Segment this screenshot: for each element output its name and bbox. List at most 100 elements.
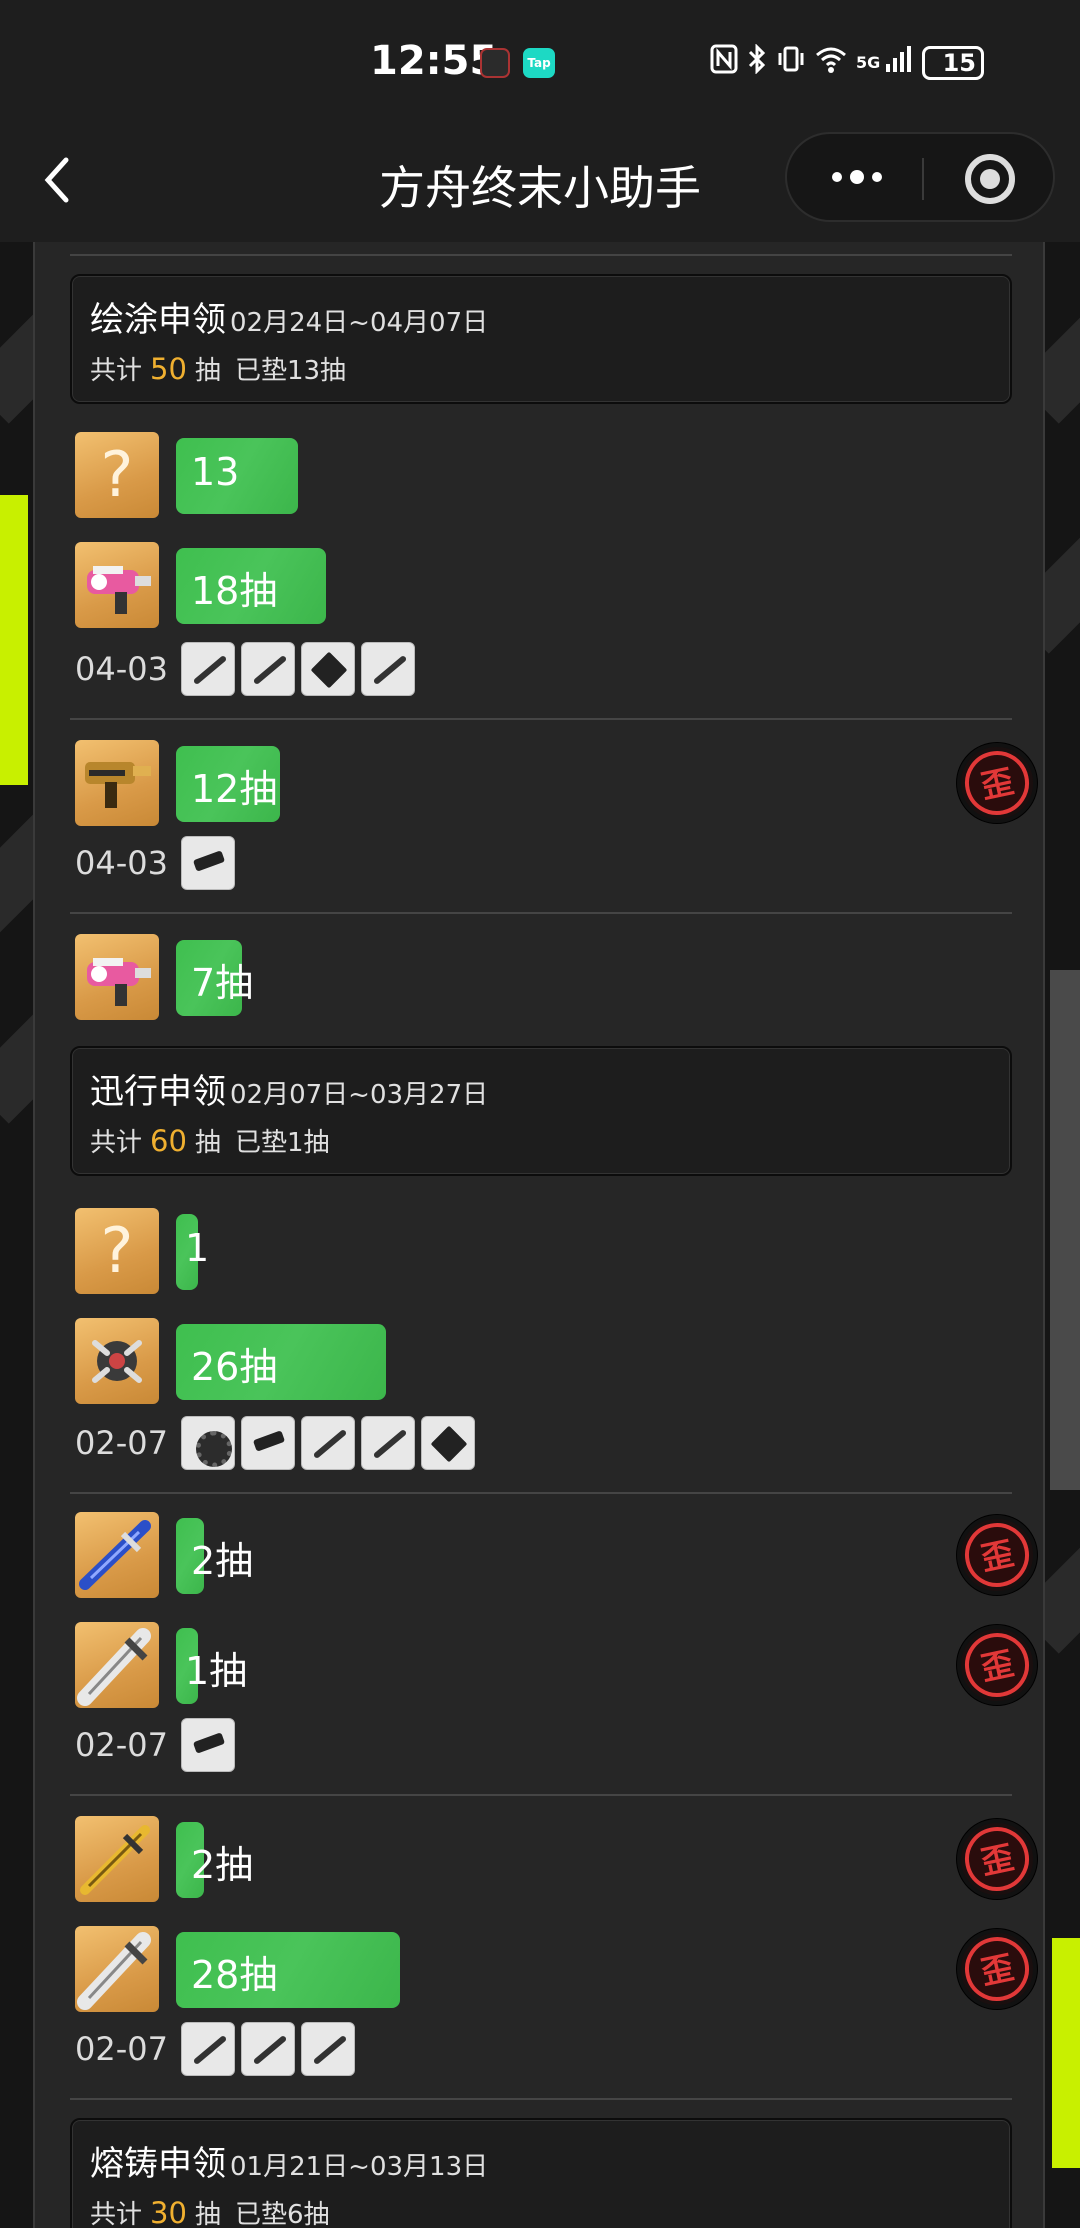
gray-accent-right	[1050, 970, 1080, 1490]
off-banner-icon: 歪	[959, 1931, 1035, 2007]
record-detail: 02-07	[75, 1718, 975, 1774]
banner-card[interactable]: 迅行申领 02月07日~03月27日 共计 60 抽已垫1抽	[70, 1046, 1012, 1176]
off-banner-icon: 歪	[959, 745, 1035, 821]
nav-bar: 方舟终末小助手	[0, 120, 1080, 242]
unknown-operator-icon: ?	[75, 1208, 159, 1294]
weapon-thumb-icon[interactable]	[241, 2022, 295, 2076]
record-date: 02-07	[75, 1726, 168, 1764]
item-thumbnails	[181, 1718, 235, 1772]
notification-app-icon	[480, 48, 510, 78]
banner-card[interactable]: 绘涂申领 02月24日~04月07日 共计 50 抽已垫13抽	[70, 274, 1012, 404]
status-bar: 12:55 Tap 5G 15	[0, 0, 1080, 120]
record-detail: 04-03	[75, 642, 975, 698]
item-thumbnails	[181, 836, 235, 890]
total-prefix: 共计	[90, 1128, 143, 1158]
weapon-thumb-icon[interactable]	[181, 1718, 235, 1772]
off-banner-badge: 歪	[957, 743, 1037, 823]
weapon-thumb-icon[interactable]	[301, 2022, 355, 2076]
off-banner-icon: 歪	[959, 1517, 1035, 1593]
weapon-thumb-icon[interactable]	[241, 1416, 295, 1470]
close-mini-program-button[interactable]	[965, 154, 1015, 204]
weapon-thumb-icon[interactable]	[241, 642, 295, 696]
pull-record[interactable]: 2抽 歪	[75, 1816, 1037, 1902]
wifi-icon	[814, 44, 848, 81]
pull-record[interactable]: 18抽	[75, 542, 1015, 628]
divider	[70, 912, 1012, 914]
pull-record[interactable]: 1抽 歪	[75, 1622, 1037, 1708]
pull-record[interactable]: 28抽 歪	[75, 1926, 1037, 2012]
weapon-thumb-icon[interactable]	[421, 1416, 475, 1470]
record-detail: 04-03	[75, 836, 975, 892]
pull-record[interactable]: 7抽	[75, 934, 1015, 1020]
divider	[70, 2098, 1012, 2100]
vibrate-icon	[776, 44, 806, 81]
bluetooth-icon	[746, 43, 768, 81]
pink-gun-icon	[75, 934, 159, 1020]
total-suffix: 抽	[194, 2200, 221, 2228]
pull-count: 12抽	[191, 767, 278, 811]
pull-count: 2抽	[191, 1539, 254, 1583]
weapon-thumb-icon[interactable]	[181, 2022, 235, 2076]
pull-count: 2抽	[191, 1843, 254, 1887]
record-date: 02-07	[75, 1424, 168, 1462]
weapon-thumb-icon[interactable]	[301, 642, 355, 696]
record-detail: 02-07	[75, 2022, 975, 2078]
pull-record[interactable]: ? 13	[75, 432, 1015, 518]
mini-program-capsule	[785, 132, 1055, 222]
total-prefix: 共计	[90, 356, 143, 386]
weapon-thumb-icon[interactable]	[181, 1416, 235, 1470]
banner-card[interactable]: 熔铸申领 01月21日~03月13日 共计 30 抽已垫6抽	[70, 2118, 1012, 2228]
item-thumbnails	[181, 1416, 475, 1470]
more-button[interactable]	[829, 152, 885, 212]
weapon-thumb-icon[interactable]	[361, 642, 415, 696]
pull-record[interactable]: 12抽 歪	[75, 740, 1037, 826]
pull-record[interactable]: 26抽	[75, 1318, 1015, 1404]
pull-record[interactable]: 2抽 歪	[75, 1512, 1037, 1598]
pull-record[interactable]: ? 1	[75, 1208, 1015, 1294]
total-pulls: 30	[150, 2196, 187, 2228]
off-banner-badge: 歪	[957, 1929, 1037, 2009]
pity-count: 已垫13抽	[234, 356, 347, 386]
pull-count: 13	[191, 450, 240, 494]
tap-app-icon: Tap	[523, 48, 555, 78]
pull-count: 7抽	[191, 961, 254, 1005]
gacha-record-panel[interactable]: 绘涂申领 02月24日~04月07日 共计 50 抽已垫13抽 ? 13 18抽 0…	[33, 242, 1045, 2228]
banner-summary: 共计 60 抽已垫1抽	[90, 1122, 329, 1159]
weapon-thumb-icon[interactable]	[181, 642, 235, 696]
total-suffix: 抽	[194, 356, 221, 386]
clock: 12:55	[370, 38, 498, 84]
pull-count: 28抽	[191, 1953, 278, 1997]
banner-date: 02月24日~04月07日	[230, 308, 489, 338]
divider	[70, 254, 1012, 256]
off-banner-icon: 歪	[959, 1627, 1035, 1703]
total-pulls: 60	[150, 1124, 187, 1158]
weapon-thumb-icon[interactable]	[361, 1416, 415, 1470]
system-icons: 5G 15	[710, 43, 985, 81]
weapon-thumb-icon[interactable]	[181, 836, 235, 890]
lime-accent-right	[1052, 1938, 1080, 2168]
silver-sword-icon	[75, 1926, 159, 2012]
blue-sword-icon	[75, 1512, 159, 1598]
total-pulls: 50	[150, 352, 187, 386]
capsule-divider	[922, 158, 924, 200]
pink-gun-icon	[75, 542, 159, 628]
signal-icon	[884, 44, 914, 81]
divider	[70, 1794, 1012, 1796]
off-banner-badge: 歪	[957, 1515, 1037, 1595]
weapon-thumb-icon[interactable]	[301, 1416, 355, 1470]
question-mark: ?	[100, 438, 134, 511]
off-banner-badge: 歪	[957, 1625, 1037, 1705]
pull-count: 26抽	[191, 1345, 278, 1389]
banner-summary: 共计 30 抽已垫6抽	[90, 2194, 329, 2228]
battery-icon: 15	[922, 45, 985, 80]
more-dots-icon	[832, 170, 882, 184]
battery-level: 15	[942, 48, 976, 77]
banner-summary: 共计 50 抽已垫13抽	[90, 350, 346, 387]
banner-name: 绘涂申领	[90, 300, 226, 340]
divider	[70, 718, 1012, 720]
total-prefix: 共计	[90, 2200, 143, 2228]
pity-count: 已垫6抽	[234, 2200, 330, 2228]
total-suffix: 抽	[194, 1128, 221, 1158]
record-date: 04-03	[75, 844, 168, 882]
record-date: 02-07	[75, 2030, 168, 2068]
